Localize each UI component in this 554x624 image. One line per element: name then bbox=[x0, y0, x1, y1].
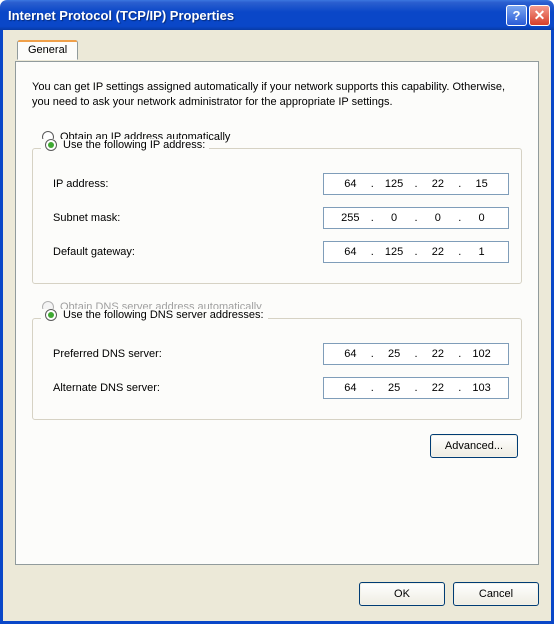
titlebar-buttons: ? ✕ bbox=[506, 5, 550, 26]
input-subnet-mask[interactable]: 255. 0. 0. 0 bbox=[323, 207, 509, 229]
tab-general[interactable]: General bbox=[17, 40, 78, 60]
row-alternate-dns: Alternate DNS server: 64. 25. 22. 103 bbox=[53, 371, 509, 405]
row-default-gateway: Default gateway: 64. 125. 22. 1 bbox=[53, 235, 509, 269]
label-default-gateway: Default gateway: bbox=[53, 246, 323, 258]
radio-icon bbox=[45, 309, 57, 321]
close-button[interactable]: ✕ bbox=[529, 5, 550, 26]
help-icon: ? bbox=[513, 8, 521, 23]
dialog-buttons: OK Cancel bbox=[15, 582, 539, 606]
dns-fieldset: Use the following DNS server addresses: … bbox=[32, 318, 522, 420]
ip-fieldset: Use the following IP address: IP address… bbox=[32, 148, 522, 284]
label-subnet-mask: Subnet mask: bbox=[53, 212, 323, 224]
input-default-gateway[interactable]: 64. 125. 22. 1 bbox=[323, 241, 509, 263]
ok-button[interactable]: OK bbox=[359, 582, 445, 606]
input-ip-address[interactable]: 64. 125. 22. 15 bbox=[323, 173, 509, 195]
row-subnet-mask: Subnet mask: 255. 0. 0. 0 bbox=[53, 201, 509, 235]
dialog-content: General You can get IP settings assigned… bbox=[0, 30, 554, 624]
titlebar: Internet Protocol (TCP/IP) Properties ? … bbox=[0, 0, 554, 30]
tab-strip: General bbox=[15, 40, 539, 62]
tab-panel-general: You can get IP settings assigned automat… bbox=[15, 61, 539, 565]
label-preferred-dns: Preferred DNS server: bbox=[53, 348, 323, 360]
label-alternate-dns: Alternate DNS server: bbox=[53, 382, 323, 394]
input-preferred-dns[interactable]: 64. 25. 22. 102 bbox=[323, 343, 509, 365]
advanced-row: Advanced... bbox=[32, 434, 522, 458]
label-ip-address: IP address: bbox=[53, 178, 323, 190]
radio-ip-manual[interactable]: Use the following IP address: bbox=[41, 139, 209, 151]
radio-label: Use the following DNS server addresses: bbox=[63, 309, 264, 321]
radio-dns-manual[interactable]: Use the following DNS server addresses: bbox=[41, 309, 268, 321]
close-icon: ✕ bbox=[534, 7, 546, 24]
row-preferred-dns: Preferred DNS server: 64. 25. 22. 102 bbox=[53, 337, 509, 371]
intro-text: You can get IP settings assigned automat… bbox=[32, 80, 522, 110]
row-ip-address: IP address: 64. 125. 22. 15 bbox=[53, 167, 509, 201]
window-title: Internet Protocol (TCP/IP) Properties bbox=[8, 8, 506, 23]
advanced-button[interactable]: Advanced... bbox=[430, 434, 518, 458]
radio-icon bbox=[45, 139, 57, 151]
help-button[interactable]: ? bbox=[506, 5, 527, 26]
radio-label: Use the following IP address: bbox=[63, 139, 205, 151]
cancel-button[interactable]: Cancel bbox=[453, 582, 539, 606]
input-alternate-dns[interactable]: 64. 25. 22. 103 bbox=[323, 377, 509, 399]
